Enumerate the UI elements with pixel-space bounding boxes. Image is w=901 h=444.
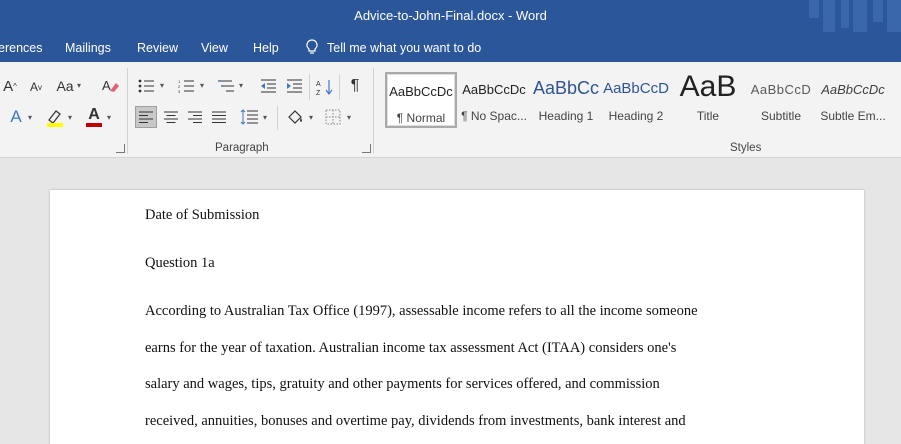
ribbon: A ^ Av Aa ▾ A A ▾ ▾ A ▾ ▾ 123 ▾ ▾ AZ ¶ ▾… [0,62,901,158]
window-title: Advice-to-John-Final.docx - Word [354,8,547,23]
tab-references[interactable]: erences [0,41,42,55]
style-subtle-emphasis[interactable]: AaBbCcDc Subtle Em... [817,72,889,128]
tell-me-text: Tell me what you want to do [327,40,482,55]
document-line[interactable]: received, annuities, bonuses and overtim… [145,413,686,430]
eraser-icon: A [102,78,119,93]
tab-view[interactable]: View [201,41,228,55]
paint-bucket-icon [288,110,302,124]
line-spacing-button[interactable] [238,106,260,128]
numbered-list-icon: 123 [178,79,194,93]
bullets-button[interactable] [136,76,156,96]
chevron-down-icon[interactable]: ▾ [200,81,204,90]
line-spacing-icon [240,109,258,125]
svg-text:A: A [102,78,111,93]
chevron-down-icon[interactable]: ▾ [263,113,267,122]
style-title[interactable]: AaB Title [672,70,744,128]
show-formatting-marks-button[interactable]: ¶ [345,76,365,96]
font-color-button[interactable]: A [84,106,104,128]
chevron-down-icon[interactable]: ▾ [107,113,111,122]
document-line[interactable]: earns for the year of taxation. Australi… [145,340,676,357]
chevron-down-icon[interactable]: ▾ [68,113,72,122]
title-bar: Advice-to-John-Final.docx - Word [0,0,901,32]
chevron-down-icon[interactable]: ▾ [160,81,164,90]
decrease-indent-icon [261,79,276,93]
align-right-button[interactable] [184,106,206,128]
highlight-color-button[interactable] [44,106,66,128]
svg-text:Z: Z [316,90,321,96]
svg-text:3: 3 [178,89,181,93]
pilcrow-icon: ¶ [350,77,360,94]
borders-icon [325,109,341,125]
styles-group-label: Styles [730,142,762,154]
document-line[interactable]: salary and wages, tips, gratuity and oth… [145,376,660,393]
ribbon-tabs: erences Mailings Review View Help Tell m… [0,32,901,62]
svg-text:A: A [316,81,321,88]
increase-indent-button[interactable] [284,76,304,96]
tab-mailings[interactable]: Mailings [65,41,111,55]
chevron-down-icon[interactable]: ▾ [309,113,313,122]
change-case-button[interactable]: Aa [54,76,76,96]
shrink-font-button[interactable]: Av [26,77,46,97]
justify-icon [212,111,226,123]
tab-review[interactable]: Review [137,41,178,55]
document-line[interactable]: Date of Submission [145,207,259,224]
align-center-icon [164,111,178,123]
style-normal[interactable]: AaBbCcDc ¶ Normal [385,72,457,128]
borders-button[interactable] [322,106,344,128]
font-dialog-launcher[interactable] [116,144,125,153]
lightbulb-icon [305,39,319,58]
style-heading-1[interactable]: AaBbCc Heading 1 [530,72,602,128]
chevron-down-icon[interactable]: ▾ [77,81,81,90]
sort-button[interactable]: AZ [315,76,335,98]
tell-me-search[interactable]: Tell me what you want to do [305,39,481,58]
document-line[interactable]: According to Australian Tax Office (1997… [145,303,698,320]
shading-button[interactable] [284,106,306,128]
sort-icon: AZ [316,80,333,96]
paragraph-dialog-launcher[interactable] [362,144,371,153]
justify-button[interactable] [208,106,230,128]
style-no-spacing[interactable]: AaBbCcDc ¶ No Spac... [458,72,530,128]
paragraph-group-label: Paragraph [215,142,269,154]
style-subtitle[interactable]: AaBbCcD Subtitle [745,72,817,128]
chevron-down-icon[interactable]: ▾ [28,113,32,122]
document-line[interactable]: Question 1a [145,255,215,272]
document-page[interactable]: Date of Submission Question 1a According… [50,190,864,444]
chevron-down-icon[interactable]: ▾ [239,81,243,90]
multilevel-list-button[interactable] [216,76,236,96]
align-right-icon [188,111,202,123]
align-center-button[interactable] [160,106,182,128]
chevron-down-icon[interactable]: ▾ [347,113,351,122]
highlighter-icon [47,110,63,127]
increase-indent-icon [287,79,302,93]
tab-help[interactable]: Help [253,41,279,55]
decrease-indent-button[interactable] [258,76,278,96]
clear-formatting-button[interactable]: A [100,75,120,97]
multilevel-list-icon [218,80,234,92]
text-effects-button[interactable]: A [6,106,26,128]
style-heading-2[interactable]: AaBbCcD Heading 2 [600,72,672,128]
align-left-button[interactable] [135,106,157,128]
align-left-icon [139,111,153,123]
grow-font-button[interactable]: A ^ [0,76,20,96]
numbering-button[interactable]: 123 [176,76,196,96]
bullet-list-icon [138,79,154,93]
